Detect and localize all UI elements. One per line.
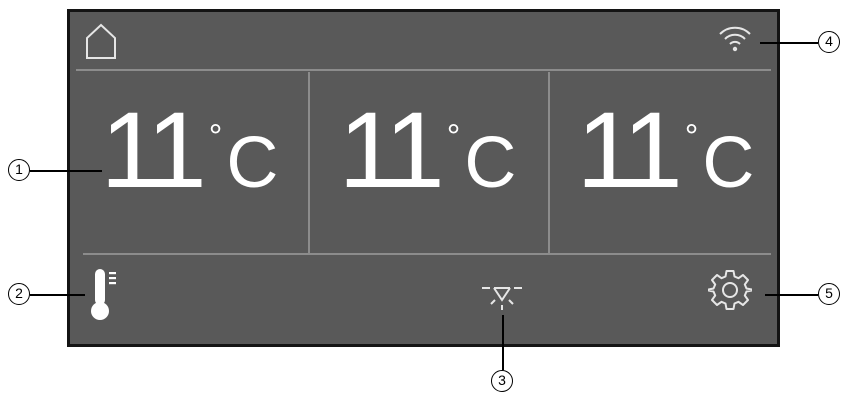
callout-3: 3 <box>491 370 513 392</box>
temperature-unit: C <box>464 123 517 203</box>
callout-3-leader <box>502 315 504 370</box>
callout-5: 5 <box>818 283 840 305</box>
control-panel-display: 11 °C 11 °C 11 °C <box>67 9 780 347</box>
callout-1: 1 <box>8 159 30 181</box>
callout-1-leader <box>30 170 102 172</box>
temperature-value: 11 <box>338 89 445 210</box>
top-divider <box>76 69 771 71</box>
temperature-zone-3[interactable]: 11 °C <box>548 72 783 258</box>
home-icon[interactable] <box>84 22 118 60</box>
callout-4: 4 <box>818 31 840 53</box>
temperature-unit: C <box>702 123 755 203</box>
wifi-icon <box>718 23 752 53</box>
temperature-zone-1[interactable]: 11 °C <box>72 72 307 258</box>
gear-icon[interactable] <box>708 268 752 312</box>
temperature-display: 11 °C <box>310 96 545 204</box>
temperature-unit: C <box>226 123 279 203</box>
degree-symbol: ° <box>684 118 699 156</box>
callout-4-leader <box>760 42 818 44</box>
temperature-value: 11 <box>576 89 683 210</box>
callout-2-leader <box>30 294 85 296</box>
interior-light-icon[interactable] <box>480 280 524 320</box>
temperature-value: 11 <box>100 89 207 210</box>
degree-symbol: ° <box>446 118 461 156</box>
temperature-zone-2[interactable]: 11 °C <box>310 72 545 258</box>
temperature-display: 11 °C <box>72 96 307 204</box>
temperature-display: 11 °C <box>548 96 783 204</box>
callout-2: 2 <box>8 283 30 305</box>
degree-symbol: ° <box>208 118 223 156</box>
thermometer-icon[interactable] <box>90 267 120 323</box>
callout-5-leader <box>765 294 818 296</box>
